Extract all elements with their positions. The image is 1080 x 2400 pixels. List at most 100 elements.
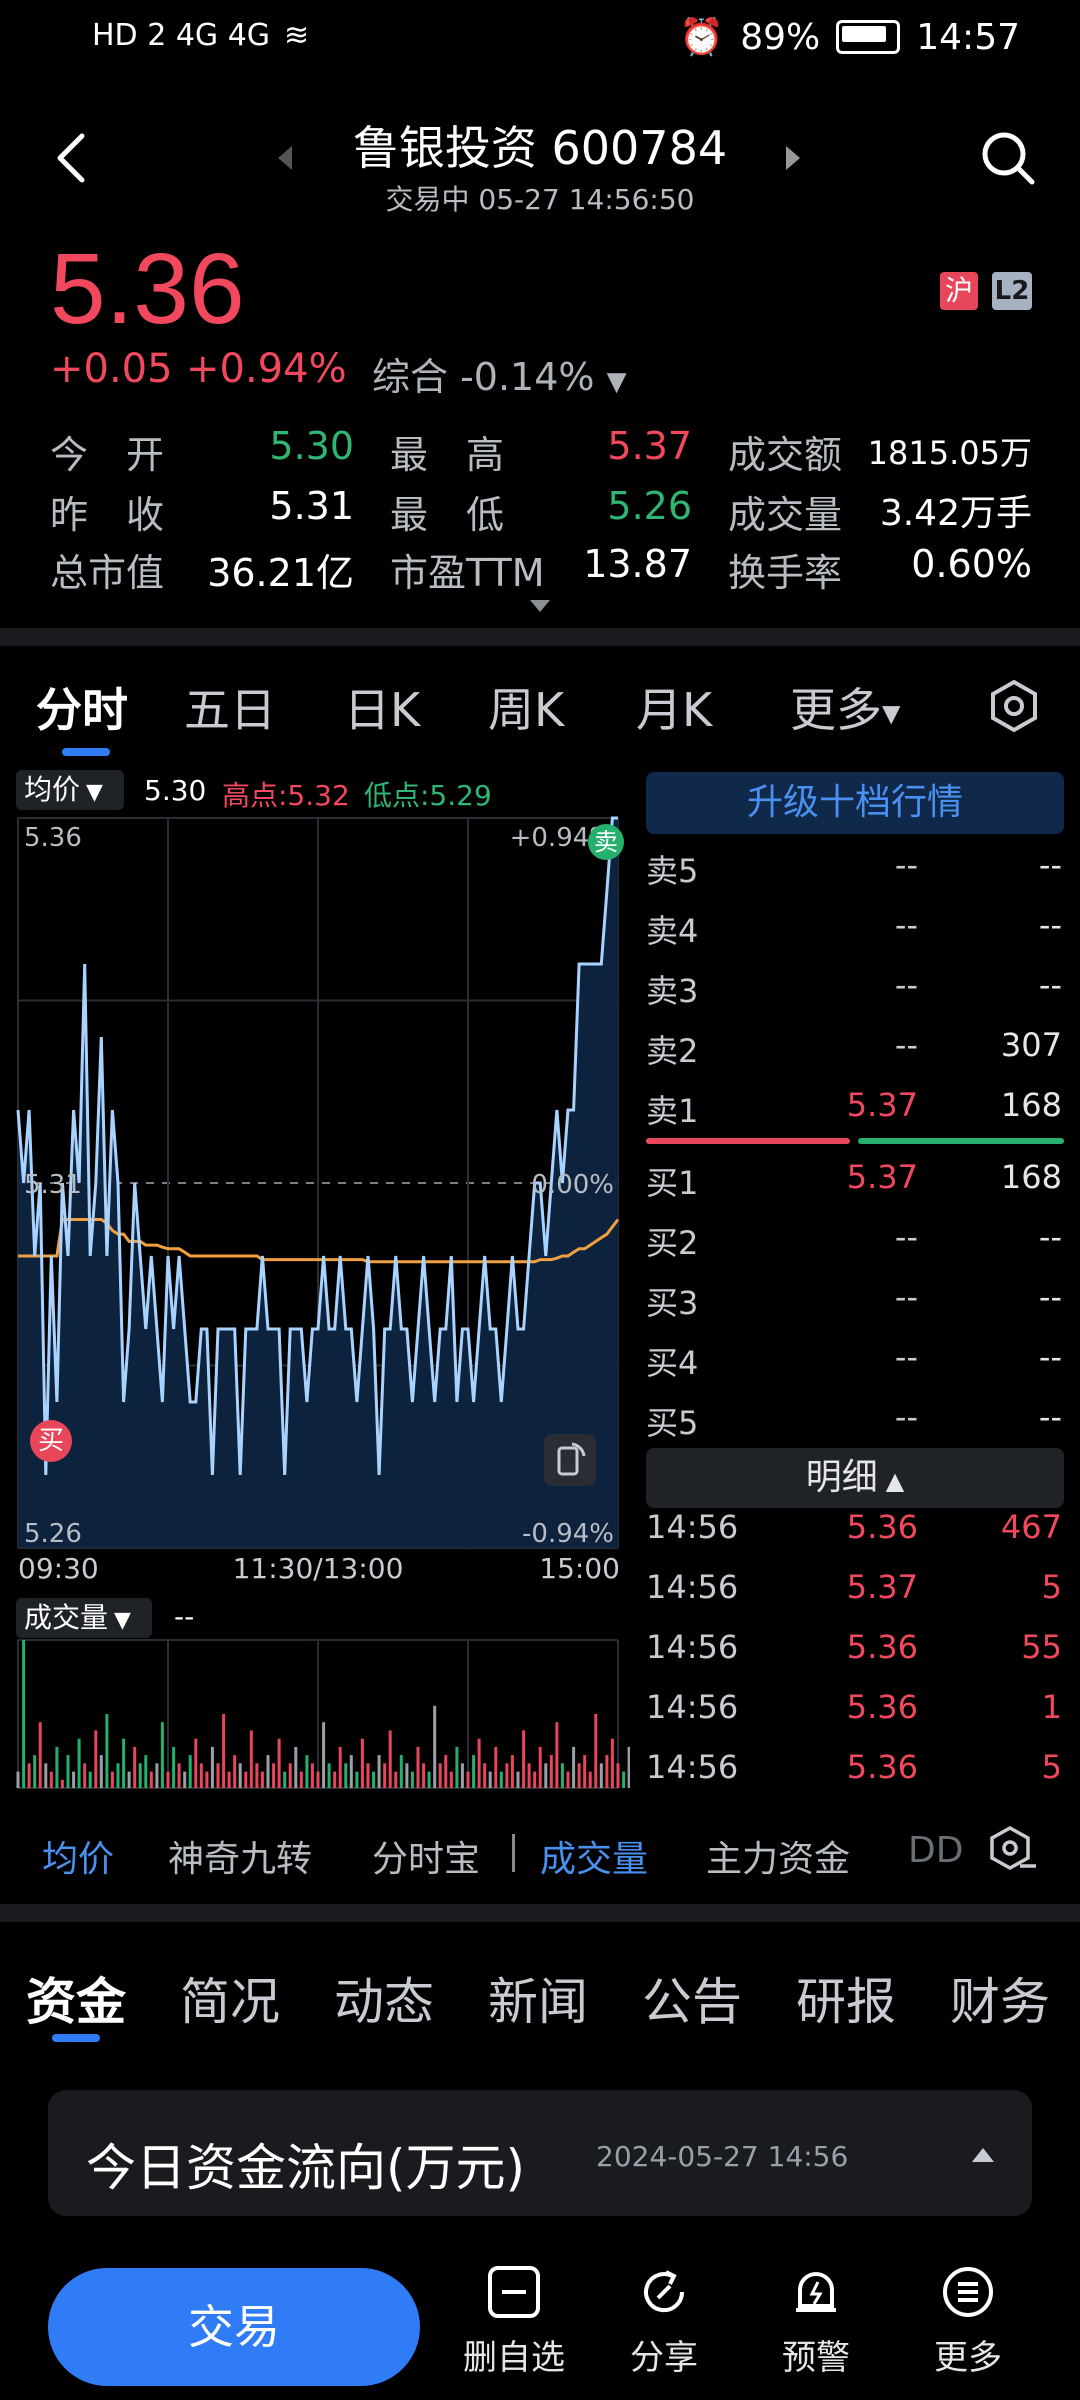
ask-level-label: 卖5 [646, 852, 699, 890]
volume-bar [605, 1755, 609, 1788]
volume-bar [460, 1763, 464, 1788]
volume-bar [110, 1771, 114, 1788]
trading-status: 交易中 05-27 14:56:50 [385, 183, 695, 216]
network-status: HD 2 4G 4G [92, 18, 271, 53]
wifi-icon: ≋ [284, 18, 310, 53]
bid-divider [858, 1138, 1064, 1144]
section-divider [0, 1904, 1080, 1922]
stat-value: 36.21亿 [207, 551, 354, 595]
volume-bar [483, 1763, 487, 1788]
search-icon[interactable] [980, 130, 1036, 186]
exchange-badge: 沪 [940, 272, 978, 310]
volume-bar [372, 1771, 376, 1788]
avg-price-dropdown[interactable]: 均价 ▼ [16, 770, 124, 810]
tab-overview[interactable]: 简况 [180, 1962, 280, 2034]
indicator-fenshibao[interactable]: 分时宝 [372, 1830, 480, 1882]
chart-settings-icon[interactable] [986, 678, 1042, 734]
indicator-settings-icon[interactable] [988, 1824, 1040, 1876]
tab-five-day[interactable]: 五日 [184, 674, 276, 740]
tab-daily-k[interactable]: 日K [344, 674, 420, 740]
volume-bar [55, 1746, 59, 1788]
tab-funds[interactable]: 资金 [26, 1962, 126, 2034]
volume-bar [522, 1730, 526, 1788]
volume-bar [444, 1755, 448, 1788]
tab-news[interactable]: 新闻 [488, 1962, 588, 2034]
tab-intraday[interactable]: 分时 [36, 674, 128, 740]
volume-bar [533, 1771, 537, 1788]
battery-icon [836, 20, 901, 54]
ask-level-price: -- [894, 846, 918, 884]
buy-marker[interactable]: 买 [30, 1420, 72, 1462]
volume-bar [122, 1738, 126, 1788]
volume-bar [288, 1763, 292, 1788]
volume-bar [427, 1771, 431, 1788]
volume-bar [394, 1771, 398, 1788]
expand-stats-icon[interactable] [530, 600, 550, 612]
composite-index[interactable]: 综合 -0.14% ▼ [372, 346, 627, 401]
volume-btn-label: 成交量 [24, 1601, 109, 1634]
chevron-up-icon[interactable] [972, 2148, 994, 2162]
y-tick-label: 5.26 [24, 1519, 82, 1549]
volume-bar [405, 1763, 409, 1788]
chevron-down-icon: ▼ [114, 1608, 131, 1633]
detail-volume: 5 [1041, 1568, 1062, 1606]
volume-bar [66, 1755, 70, 1788]
indicator-nine-turn[interactable]: 神奇九转 [168, 1830, 312, 1882]
stat-label: 昨 收 [50, 493, 165, 537]
tab-dynamics[interactable]: 动态 [334, 1962, 434, 2034]
legend-high: 高点:5.32 [222, 779, 350, 812]
current-price: 5.36 [50, 233, 245, 345]
indicator-dd[interactable]: DD [908, 1830, 963, 1871]
chevron-up-icon: ▲ [885, 1467, 905, 1495]
volume-dropdown[interactable]: 成交量 ▼ [16, 1598, 152, 1638]
share-icon [644, 2270, 685, 2313]
tab-more[interactable]: 更多▼ [790, 674, 900, 740]
tab-research[interactable]: 研报 [796, 1962, 896, 2034]
bid-level-price: -- [894, 1278, 918, 1316]
detail-volume: 5 [1041, 1748, 1062, 1786]
tab-monthly-k[interactable]: 月K [636, 674, 712, 740]
stat-label: 总市值 [50, 551, 165, 595]
indicator-volume[interactable]: 成交量 [540, 1830, 648, 1882]
legend-avg-value: 5.30 [144, 774, 207, 807]
trade-button[interactable]: 交易 [48, 2268, 420, 2386]
stat-label: 今 开 [50, 433, 165, 477]
volume-bar [138, 1763, 142, 1788]
tab-financials[interactable]: 财务 [950, 1962, 1050, 2034]
volume-bar [322, 1722, 326, 1788]
tab-announcements[interactable]: 公告 [642, 1962, 742, 2034]
bid-level-volume: 168 [1000, 1158, 1062, 1196]
volume-bar [144, 1755, 148, 1788]
tab-weekly-k[interactable]: 周K [488, 674, 564, 740]
volume-bar [327, 1763, 331, 1788]
fund-flow-date: 2024-05-27 14:56 [596, 2140, 849, 2173]
ask-level-label: 卖4 [646, 912, 699, 950]
volume-bar [116, 1763, 120, 1788]
intraday-chart[interactable]: 5.365.315.26+0.94%0.00%-0.94%09:30 11:30/… [0, 760, 630, 1810]
detail-price: 5.36 [846, 1688, 918, 1726]
sell-marker[interactable]: 卖 [588, 824, 624, 860]
volume-bar [355, 1771, 359, 1788]
share-button[interactable]: 分享 [604, 2264, 724, 2379]
volume-bar [210, 1746, 214, 1788]
detail-volume: 55 [1021, 1628, 1062, 1666]
trade-detail-button[interactable]: 明细 ▲ [646, 1448, 1064, 1508]
ask-level-volume: -- [1038, 906, 1062, 944]
ask-level-volume: -- [1038, 846, 1062, 884]
next-stock-icon[interactable] [786, 146, 800, 170]
level2-badge: L2 [992, 272, 1032, 310]
x-tick-label: 11:30/13:00 [233, 1552, 404, 1585]
more-button[interactable]: 更多 [908, 2264, 1028, 2379]
stat-label: 市盈TTM [390, 551, 545, 595]
fund-flow-title: 今日资金流向(万元) [86, 2139, 526, 2197]
indicator-avg[interactable]: 均价 [42, 1830, 114, 1882]
rotate-screen-icon[interactable] [544, 1434, 596, 1486]
volume-bar [283, 1771, 287, 1788]
volume-bar [60, 1779, 64, 1788]
volume-bar [488, 1771, 492, 1788]
remove-watchlist-button[interactable]: 删自选 [454, 2264, 574, 2379]
detail-time: 14:56 [646, 1748, 739, 1786]
upgrade-orderbook-button[interactable]: 升级十档行情 [646, 772, 1064, 834]
alert-button[interactable]: 预警 [756, 2264, 876, 2379]
indicator-main-funds[interactable]: 主力资金 [706, 1830, 850, 1882]
